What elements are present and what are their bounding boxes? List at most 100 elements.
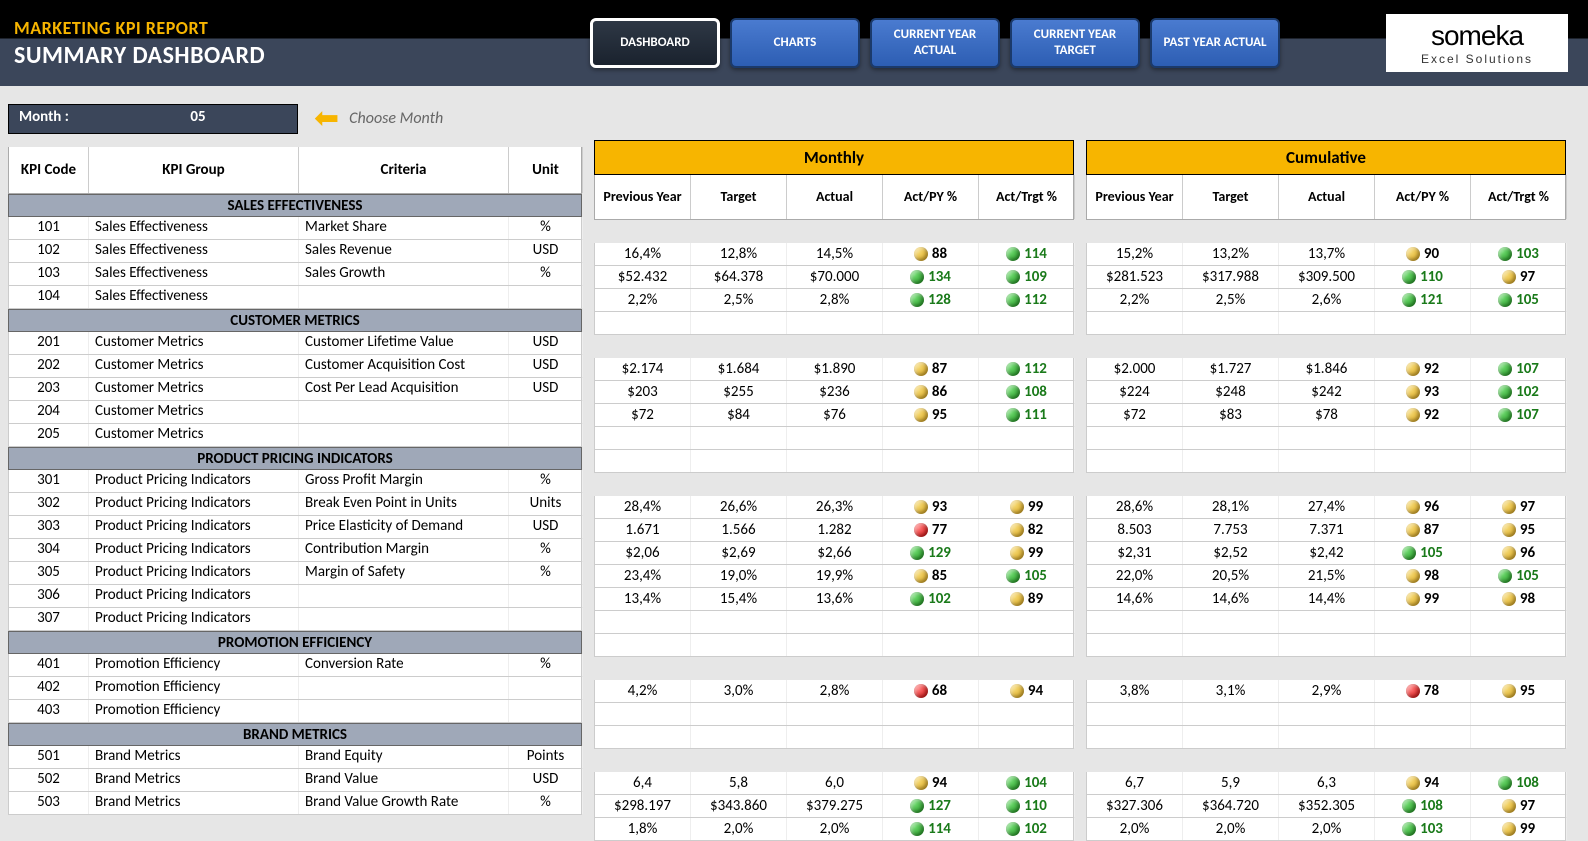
indicator-value: 78: [1424, 682, 1439, 700]
data-row: 6,7 5,9 6,3 94 108: [1086, 772, 1566, 795]
cell-actual: $236: [787, 381, 883, 403]
cell-prev-year: 16,4%: [595, 243, 691, 265]
data-row: 28,4% 26,6% 26,3% 93 99: [594, 496, 1074, 519]
indicator-icon: [1502, 684, 1516, 698]
group-spacer: [594, 749, 1074, 772]
cell-group: Promotion Efficiency: [89, 700, 299, 722]
cell-code: 503: [9, 792, 89, 814]
cell-prev-year: $2,31: [1087, 542, 1183, 564]
group-header: PRODUCT PRICING INDICATORS: [8, 447, 582, 470]
indicator-value: 105: [1420, 544, 1443, 562]
indicator-icon: [914, 362, 928, 376]
cell-code: 305: [9, 562, 89, 584]
cell-code: 304: [9, 539, 89, 561]
cell-actual: 19,9%: [787, 565, 883, 587]
kpi-row: 202 Customer Metrics Customer Acquisitio…: [8, 355, 582, 378]
cell-group: Product Pricing Indicators: [89, 539, 299, 561]
cell-prev-year: 1.671: [595, 519, 691, 541]
cell-target: 2,5%: [1183, 289, 1279, 311]
data-row: 8.503 7.753 7.371 87 95: [1086, 519, 1566, 542]
cell-criteria: Brand Value Growth Rate: [299, 792, 509, 814]
py-actual-button[interactable]: PAST YEAR ACTUAL: [1150, 18, 1280, 68]
indicator-value: 104: [1024, 774, 1047, 792]
indicator-icon: [1498, 776, 1512, 790]
cell-unit: %: [509, 263, 583, 285]
cell-unit: USD: [509, 240, 583, 262]
indicator-icon: [914, 569, 928, 583]
cell-criteria: Break Even Point in Units: [299, 493, 509, 515]
cell-target: $255: [691, 381, 787, 403]
cell-group: Customer Metrics: [89, 332, 299, 354]
indicator-icon: [1498, 362, 1512, 376]
indicator-value: 99: [1028, 498, 1043, 516]
cell-target: $248: [1183, 381, 1279, 403]
indicator-icon: [1498, 408, 1512, 422]
cell-actual: 2,8%: [787, 680, 883, 702]
cell-criteria: [299, 585, 509, 607]
indicator-icon: [1498, 293, 1512, 307]
indicator-value: 90: [1424, 245, 1439, 263]
cell-actual: 13,6%: [787, 588, 883, 610]
indicator-value: 87: [1424, 521, 1439, 539]
month-value: 05: [99, 105, 297, 133]
cell-group: Product Pricing Indicators: [89, 562, 299, 584]
data-row: $327.306 $364.720 $352.305 108 97: [1086, 795, 1566, 818]
data-row: [1086, 611, 1566, 634]
logo-text: someka: [1431, 20, 1523, 52]
header-actual: Actual: [787, 175, 883, 219]
cell-criteria: Brand Equity: [299, 746, 509, 768]
cell-actual: 2,0%: [787, 818, 883, 840]
cell-code: 401: [9, 654, 89, 676]
kpi-row: 307 Product Pricing Indicators: [8, 608, 582, 631]
cell-unit: %: [509, 539, 583, 561]
cell-criteria: [299, 424, 509, 446]
indicator-icon: [910, 546, 924, 560]
indicator-value: 110: [1420, 268, 1443, 286]
cy-target-button[interactable]: CURRENT YEAR TARGET: [1010, 18, 1140, 68]
indicator-value: 94: [932, 774, 947, 792]
group-spacer: [594, 220, 1074, 243]
cell-prev-year: 28,6%: [1087, 496, 1183, 518]
indicator-icon: [1406, 776, 1420, 790]
cell-target: 19,0%: [691, 565, 787, 587]
data-row: [1086, 726, 1566, 749]
cell-group: Sales Effectiveness: [89, 240, 299, 262]
cell-prev-year: $72: [595, 404, 691, 426]
data-row: 14,6% 14,6% 14,4% 99 98: [1086, 588, 1566, 611]
cell-target: 26,6%: [691, 496, 787, 518]
cell-target: $84: [691, 404, 787, 426]
cy-actual-button[interactable]: CURRENT YEAR ACTUAL: [870, 18, 1000, 68]
left-column-headers: KPI Code KPI Group Criteria Unit: [8, 147, 582, 194]
logo: someka Excel Solutions: [1386, 14, 1568, 72]
indicator-icon: [914, 684, 928, 698]
cell-group: Customer Metrics: [89, 401, 299, 423]
dashboard-button[interactable]: DASHBOARD: [590, 18, 720, 68]
indicator-icon: [1010, 684, 1024, 698]
group-spacer: [594, 473, 1074, 496]
cell-actual: $76: [787, 404, 883, 426]
indicator-value: 102: [1516, 383, 1539, 401]
cell-target: $317.988: [1183, 266, 1279, 288]
charts-button[interactable]: CHARTS: [730, 18, 860, 68]
data-row: 22,0% 20,5% 21,5% 98 105: [1086, 565, 1566, 588]
cell-unit: %: [509, 792, 583, 814]
cumulative-header: Cumulative: [1086, 140, 1566, 175]
indicator-value: 97: [1520, 268, 1535, 286]
cell-target: 12,8%: [691, 243, 787, 265]
indicator-icon: [914, 385, 928, 399]
cell-code: 201: [9, 332, 89, 354]
indicator-icon: [914, 523, 928, 537]
cell-target: 20,5%: [1183, 565, 1279, 587]
cell-code: 502: [9, 769, 89, 791]
indicator-value: 128: [928, 291, 951, 309]
kpi-row: 103 Sales Effectiveness Sales Growth %: [8, 263, 582, 286]
cell-unit: %: [509, 217, 583, 239]
month-selector[interactable]: Month : 05: [8, 104, 298, 134]
cell-prev-year: 4,2%: [595, 680, 691, 702]
kpi-row: 503 Brand Metrics Brand Value Growth Rat…: [8, 792, 582, 815]
cell-code: 303: [9, 516, 89, 538]
cell-actual: $2,66: [787, 542, 883, 564]
data-row: $52.432 $64.378 $70.000 134 109: [594, 266, 1074, 289]
cell-group: Product Pricing Indicators: [89, 585, 299, 607]
indicator-value: 102: [1024, 820, 1047, 838]
